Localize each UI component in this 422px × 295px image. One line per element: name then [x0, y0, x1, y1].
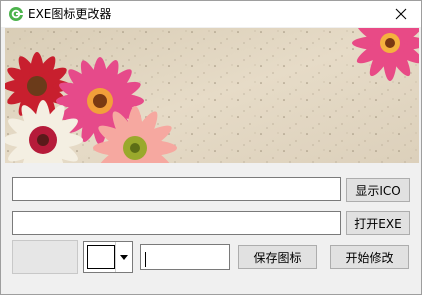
chevron-down-icon: [120, 254, 128, 260]
close-button[interactable]: [381, 1, 421, 27]
open-exe-button[interactable]: 打开EXE: [346, 211, 410, 235]
app-icon: [9, 7, 23, 21]
flower-banner-image: [5, 28, 419, 163]
show-ico-button[interactable]: 显示ICO: [346, 178, 410, 202]
close-icon: [395, 8, 407, 20]
exe-path-field[interactable]: [12, 211, 341, 235]
color-swatch: [87, 245, 115, 269]
color-dropdown[interactable]: [83, 241, 133, 273]
icon-preview: [12, 240, 78, 274]
title-bar[interactable]: EXE图标更改器: [1, 1, 421, 27]
main-window: EXE图标更改器 显示ICO 打开EXE 保存图标 开始修改: [0, 0, 422, 295]
save-icon-button[interactable]: 保存图标: [238, 245, 317, 269]
text-cursor: [145, 252, 146, 267]
ico-path-field[interactable]: [12, 177, 341, 201]
window-title: EXE图标更改器: [28, 7, 112, 21]
icon-name-field[interactable]: [140, 244, 230, 270]
dropdown-arrow[interactable]: [115, 242, 132, 272]
start-modify-button[interactable]: 开始修改: [330, 245, 409, 269]
